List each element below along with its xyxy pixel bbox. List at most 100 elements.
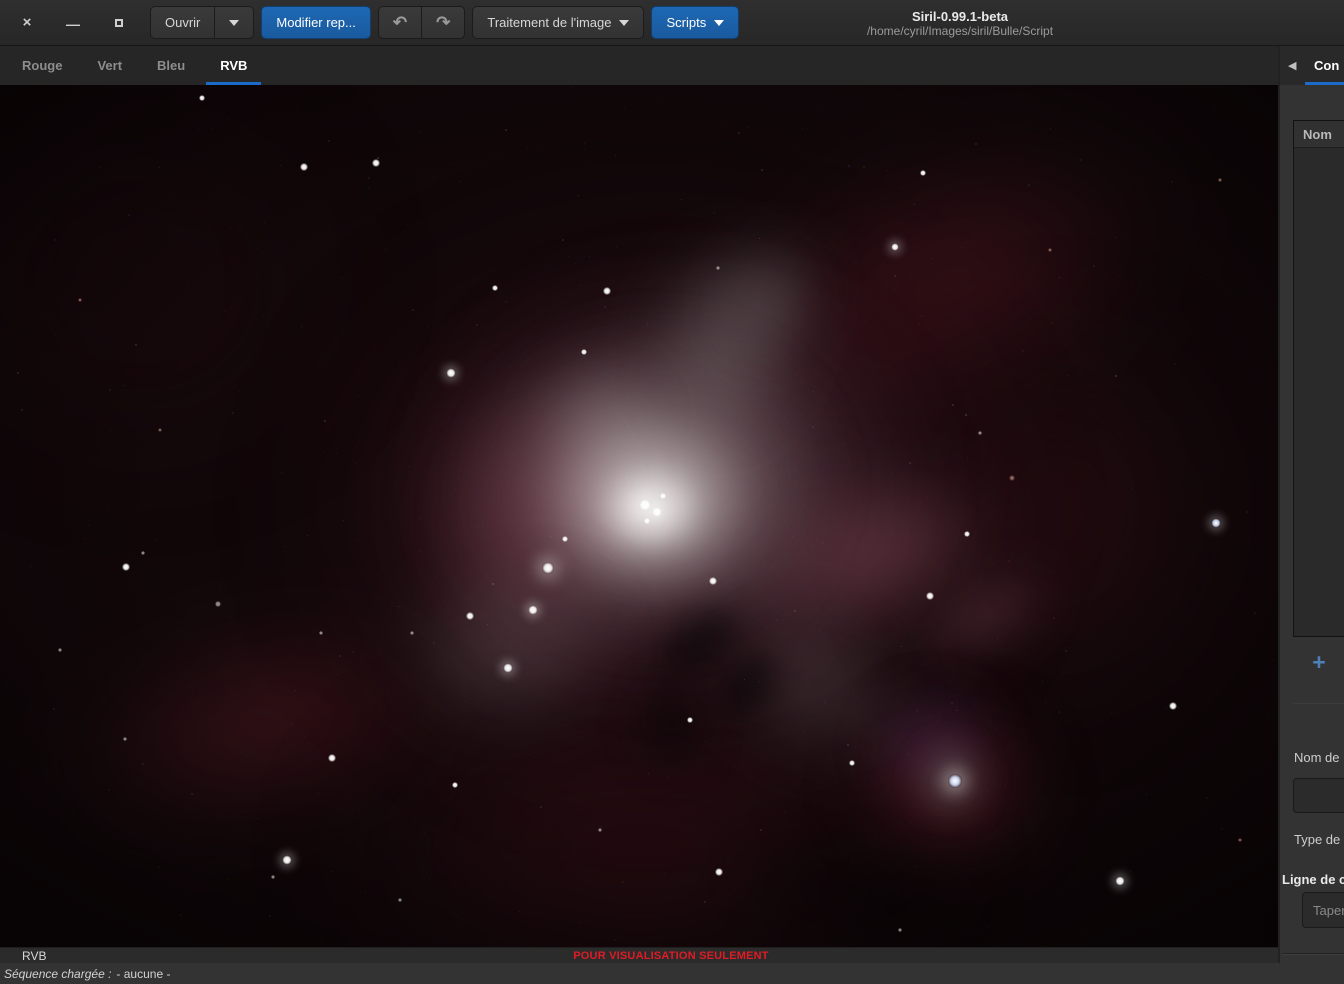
change-directory-button[interactable]: Modifier rep...: [261, 6, 371, 39]
command-line-input[interactable]: [1302, 892, 1344, 928]
working-directory-path: /home/cyril/Images/siril/Bulle/Script: [866, 23, 1054, 38]
star: [542, 562, 554, 574]
star: [410, 631, 414, 635]
star: [1218, 178, 1222, 182]
undo-redo-group: ↶ ↷: [377, 6, 466, 39]
panel-tabbar: ◀ Con: [1280, 46, 1344, 85]
scripts-label: Scripts: [666, 15, 707, 30]
star: [492, 285, 498, 291]
star: [1115, 876, 1125, 886]
vignette-overlay: [0, 85, 1278, 947]
star: [452, 782, 458, 788]
star: [122, 563, 130, 571]
redo-icon: ↷: [436, 12, 451, 32]
open-button[interactable]: Ouvrir: [150, 6, 216, 39]
view-status-bar: RVB POUR VISUALISATION SEULEMENT: [0, 947, 1278, 963]
star: [158, 428, 162, 432]
star: [948, 774, 962, 788]
channel-tabbar: Rouge Vert Bleu RVB: [0, 46, 1278, 85]
tab-rvb[interactable]: RVB: [206, 46, 262, 85]
sequence-loaded-value: - aucune -: [116, 966, 171, 981]
scripts-menu-button[interactable]: Scripts: [651, 6, 740, 39]
star: [581, 349, 587, 355]
image-pane: Rouge Vert Bleu RVB RVB POUR VISUALISATI…: [0, 46, 1278, 963]
star: [652, 507, 662, 517]
star: [503, 663, 513, 673]
siril-window: × — Ouvrir Modifier rep... ↶ ↷ Traitemen…: [0, 0, 1344, 984]
star: [598, 828, 602, 832]
star: [660, 493, 666, 499]
star: [964, 531, 970, 537]
star: [644, 518, 650, 524]
chevron-down-icon: [619, 19, 630, 26]
star: [1169, 702, 1177, 710]
star: [891, 243, 899, 251]
panel-groove-line: [1282, 953, 1344, 955]
maximize-square-icon: [115, 18, 123, 27]
star: [300, 163, 308, 171]
star: [466, 612, 474, 620]
star: [898, 928, 902, 932]
star: [446, 368, 456, 378]
tab-rouge[interactable]: Rouge: [8, 46, 76, 85]
window-controls: × —: [10, 14, 128, 32]
star: [319, 631, 323, 635]
file-list[interactable]: Nom: [1293, 120, 1344, 637]
star: [398, 898, 402, 902]
star: [978, 431, 982, 435]
command-line-label: Ligne de c: [1282, 872, 1344, 887]
side-panel: ◀ Con Nom + Nom de la Type de fi Ligne d…: [1278, 46, 1344, 963]
tab-vert[interactable]: Vert: [83, 46, 136, 85]
star: [926, 592, 934, 600]
star: [372, 159, 380, 167]
close-window-icon[interactable]: ×: [18, 14, 36, 32]
star: [1048, 248, 1052, 252]
image-processing-label: Traitement de l'image: [487, 15, 612, 30]
undo-button[interactable]: ↶: [377, 6, 423, 39]
star: [716, 266, 720, 270]
nebula-image-canvas[interactable]: [0, 85, 1278, 947]
sequence-name-input[interactable]: [1293, 778, 1344, 813]
panel-tab-convert[interactable]: Con: [1314, 58, 1339, 73]
main-area: Rouge Vert Bleu RVB RVB POUR VISUALISATI…: [0, 46, 1344, 963]
open-dropdown-button[interactable]: [215, 6, 255, 39]
star: [1238, 838, 1242, 842]
chevron-down-icon: [229, 19, 240, 26]
star: [58, 648, 62, 652]
star: [639, 499, 651, 511]
star: [920, 170, 926, 176]
sequence-loaded-label: Séquence chargée :: [4, 966, 112, 981]
view-mode-label: RVB: [22, 949, 47, 963]
panel-tab-underline: [1305, 82, 1344, 85]
star: [603, 287, 611, 295]
redo-button[interactable]: ↷: [422, 6, 466, 39]
star: [199, 95, 205, 101]
star: [78, 298, 82, 302]
star: [328, 754, 336, 762]
star: [1211, 518, 1221, 528]
star: [141, 551, 145, 555]
window-title: Siril-0.99.1-beta: [911, 8, 1009, 24]
star: [271, 875, 275, 879]
star: [715, 868, 723, 876]
collapse-panel-icon[interactable]: ◀: [1288, 59, 1302, 72]
star: [1009, 475, 1015, 481]
undo-icon: ↶: [392, 12, 408, 32]
star: [709, 577, 717, 585]
title-area: Siril-0.99.1-beta /home/cyril/Images/sir…: [772, 0, 1148, 46]
add-files-button[interactable]: +: [1308, 649, 1330, 675]
image-processing-menu-button[interactable]: Traitement de l'image: [472, 6, 645, 39]
star: [562, 536, 568, 542]
star: [687, 717, 693, 723]
filetype-label: Type de fi: [1294, 832, 1344, 847]
status-bar: Séquence chargée : - aucune -: [0, 963, 1344, 984]
chevron-down-icon: [714, 19, 725, 26]
maximize-window-icon[interactable]: [110, 14, 128, 32]
file-list-header-nom[interactable]: Nom: [1294, 121, 1344, 148]
star: [528, 605, 538, 615]
star: [282, 855, 292, 865]
open-button-group: Ouvrir: [150, 6, 255, 39]
sequence-name-label: Nom de la: [1294, 750, 1344, 765]
tab-bleu[interactable]: Bleu: [143, 46, 199, 85]
minimize-window-icon[interactable]: —: [64, 14, 82, 32]
